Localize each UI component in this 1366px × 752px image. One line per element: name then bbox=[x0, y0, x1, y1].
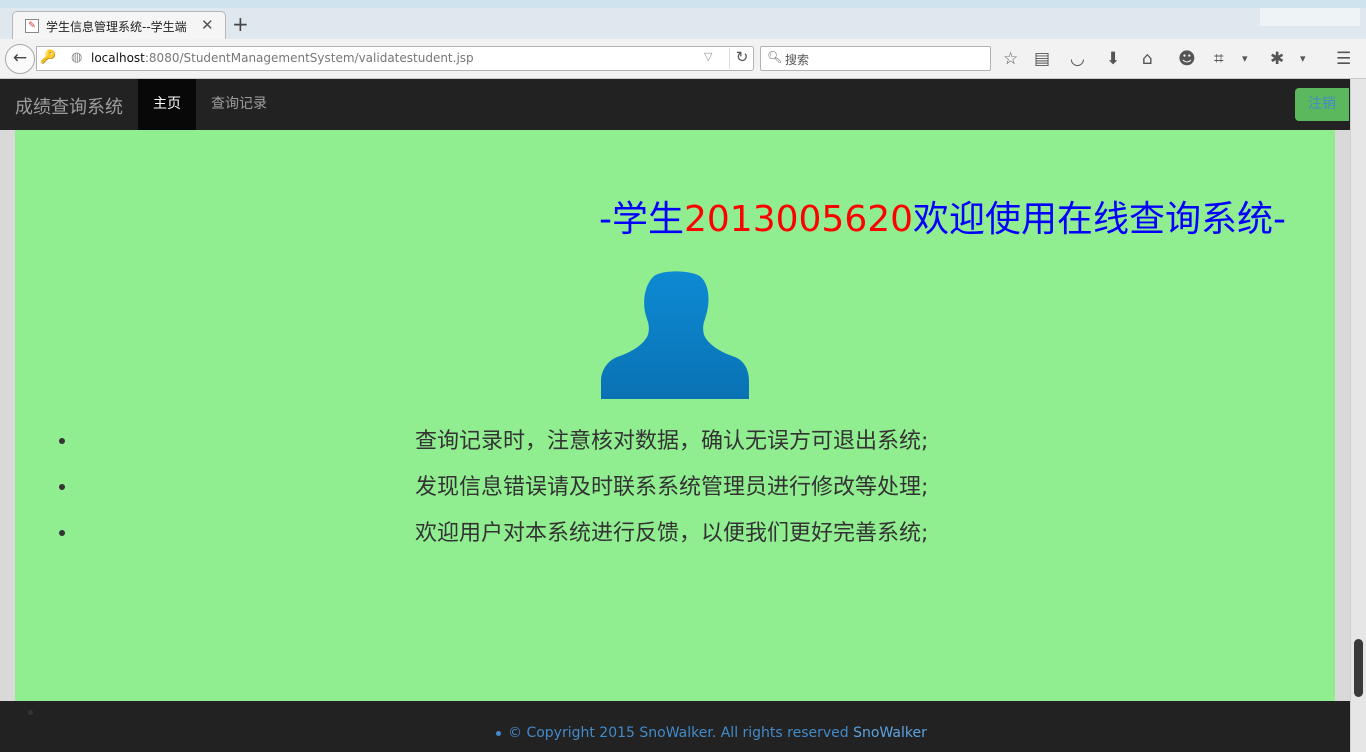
search-placeholder: 搜索 bbox=[785, 53, 810, 67]
site-navbar: 成绩查询系统 主页 查询记录 注销 bbox=[0, 79, 1350, 130]
notice-text: 查询记录时，注意核对数据，确认无误方可退出系统; bbox=[415, 429, 929, 454]
nav-item-records[interactable]: 查询记录 bbox=[211, 79, 267, 130]
page-favicon-icon: ✎ bbox=[25, 19, 39, 33]
download-icon[interactable]: ⬇ bbox=[1106, 49, 1120, 69]
url-path: :8080/StudentManagementSystem/validatest… bbox=[144, 51, 474, 65]
url-host: localhost bbox=[91, 51, 145, 65]
reading-list-icon[interactable]: ▤ bbox=[1034, 49, 1050, 69]
os-taskbar-strip bbox=[0, 0, 1366, 8]
chevron-down-icon[interactable]: ▾ bbox=[1242, 52, 1248, 65]
globe-icon: ◍ bbox=[71, 50, 83, 65]
nav-item-home[interactable]: 主页 bbox=[138, 79, 196, 130]
author-link[interactable]: SnoWalker bbox=[853, 725, 927, 741]
logout-button[interactable]: 注销 bbox=[1295, 88, 1349, 121]
welcome-suffix: 欢迎使用在线查询系统- bbox=[913, 199, 1287, 240]
notice-text: 欢迎用户对本系统进行反馈，以便我们更好完善系统; bbox=[415, 521, 929, 546]
user-avatar-icon bbox=[601, 271, 749, 399]
close-tab-icon[interactable]: ✕ bbox=[201, 16, 214, 34]
site-identity-key-icon[interactable]: 🔑 bbox=[40, 50, 56, 65]
bullet-icon bbox=[28, 710, 33, 715]
student-id: 2013005620 bbox=[684, 199, 914, 240]
copyright-label: © Copyright 2015 SnoWalker. All rights r… bbox=[508, 725, 854, 741]
bookmark-star-icon[interactable]: ☆ bbox=[1003, 49, 1018, 69]
url-dropdown-icon[interactable]: ▽ bbox=[704, 50, 712, 63]
reload-button[interactable]: ↻ bbox=[729, 48, 754, 69]
menu-hamburger-icon[interactable]: ☰ bbox=[1336, 49, 1351, 69]
main-content: -学生2013005620欢迎使用在线查询系统- 查询记录时，注意核对数据，确认… bbox=[15, 130, 1335, 701]
page-scrollbar[interactable] bbox=[1350, 79, 1366, 752]
list-item: 欢迎用户对本系统进行反馈，以便我们更好完善系统; bbox=[15, 515, 1335, 561]
footer: © Copyright 2015 SnoWalker. All rights r… bbox=[0, 701, 1350, 752]
back-button[interactable]: ← bbox=[5, 44, 35, 74]
copyright-text: © Copyright 2015 SnoWalker. All rights r… bbox=[508, 725, 927, 741]
extension-bug-icon[interactable]: ✱ bbox=[1270, 49, 1284, 69]
search-input[interactable]: 🔍︎ 搜索 bbox=[760, 46, 991, 71]
bullet-icon bbox=[59, 530, 65, 536]
screenshot-crop-icon[interactable]: ⌗ bbox=[1214, 49, 1224, 69]
bullet-icon bbox=[496, 731, 501, 736]
bullet-icon bbox=[59, 484, 65, 490]
list-item: 发现信息错误请及时联系系统管理员进行修改等处理; bbox=[15, 469, 1335, 515]
list-item: 查询记录时，注意核对数据，确认无误方可退出系统; bbox=[15, 423, 1335, 469]
chevron-down-icon[interactable]: ▾ bbox=[1300, 52, 1306, 65]
chat-icon[interactable]: ☻ bbox=[1178, 49, 1196, 69]
bullet-icon bbox=[59, 438, 65, 444]
search-icon: 🔍︎ bbox=[767, 50, 783, 64]
url-text[interactable]: localhost:8080/StudentManagementSystem/v… bbox=[91, 51, 474, 65]
url-bar[interactable]: 🔑 ◍ localhost:8080/StudentManagementSyst… bbox=[36, 46, 754, 71]
new-tab-button[interactable]: + bbox=[232, 12, 249, 36]
welcome-heading: -学生2013005620欢迎使用在线查询系统- bbox=[599, 190, 1286, 242]
scrollbar-thumb[interactable] bbox=[1354, 639, 1363, 697]
back-arrow-icon: ← bbox=[12, 48, 28, 68]
home-icon[interactable]: ⌂ bbox=[1142, 49, 1153, 69]
welcome-prefix: -学生 bbox=[599, 199, 684, 240]
browser-tabbar: ✎ 学生信息管理系统--学生端 ✕ + bbox=[0, 8, 1366, 39]
browser-toolbar: ← 🔑 ◍ localhost:8080/StudentManagementSy… bbox=[0, 39, 1366, 79]
notice-text: 发现信息错误请及时联系系统管理员进行修改等处理; bbox=[415, 475, 929, 500]
notice-list: 查询记录时，注意核对数据，确认无误方可退出系统; 发现信息错误请及时联系系统管理… bbox=[15, 423, 1335, 561]
pocket-icon[interactable]: ◡ bbox=[1070, 49, 1085, 69]
tab-title: 学生信息管理系统--学生端 bbox=[46, 20, 187, 34]
web-page: 成绩查询系统 主页 查询记录 注销 -学生2013005620欢迎使用在线查询系… bbox=[0, 79, 1350, 752]
tabbar-right-area bbox=[1260, 8, 1360, 26]
browser-tab-active[interactable]: ✎ 学生信息管理系统--学生端 ✕ bbox=[12, 11, 226, 39]
site-brand[interactable]: 成绩查询系统 bbox=[15, 93, 123, 119]
